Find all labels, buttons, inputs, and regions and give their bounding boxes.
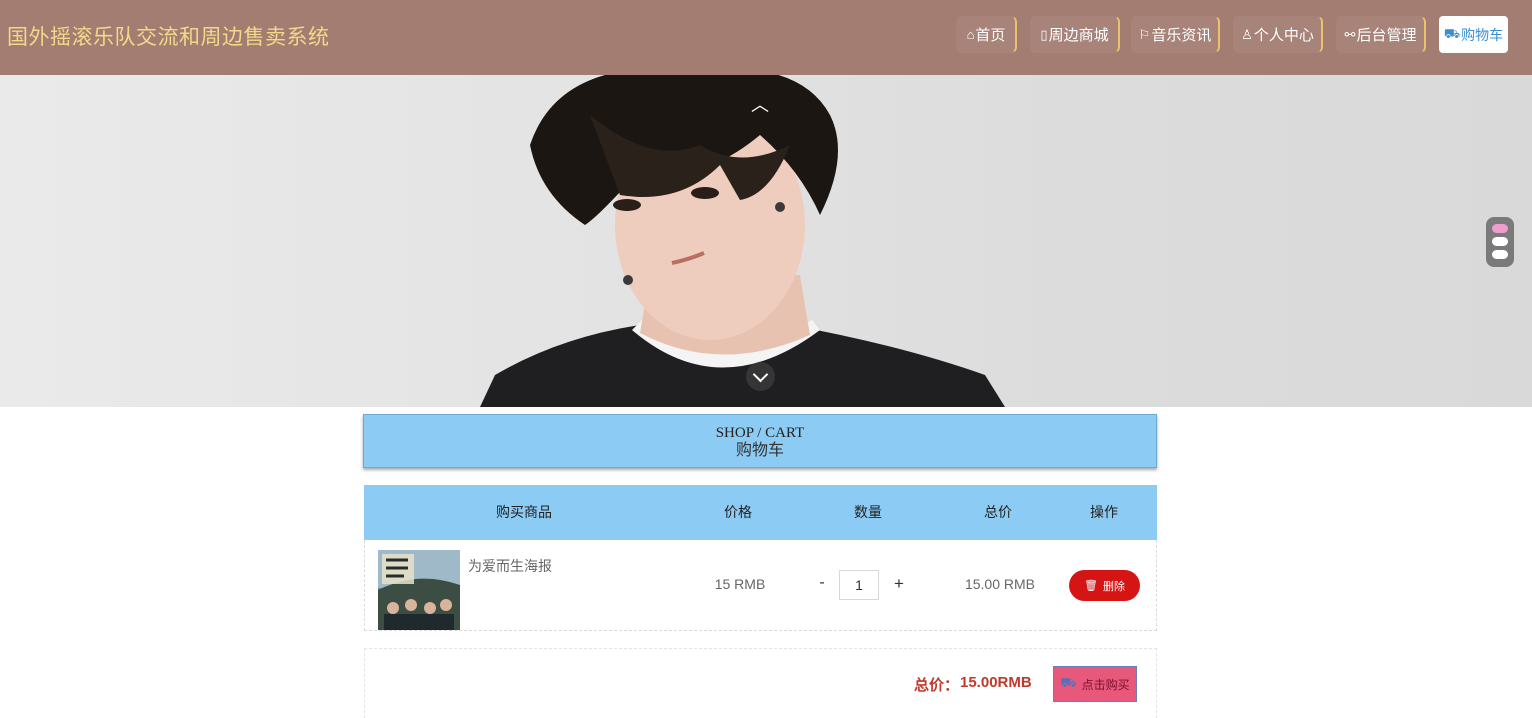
nav-cart-label: 购物车 (1461, 26, 1504, 43)
quantity-input[interactable] (839, 570, 879, 600)
top-header: 国外摇滚乐队交流和周边售卖系统 ⌂ 首页 ▯ 周边商城 ⚐ 音乐资讯 ♙ 个人中… (0, 0, 1532, 75)
header-product: 购买商品 (496, 504, 552, 520)
nav-home[interactable]: ⌂ 首页 (956, 16, 1017, 53)
banner-prev-arrow-icon[interactable]: ︿ (748, 95, 772, 115)
line-total: 15.00 RMB (964, 576, 1036, 592)
nav-profile-label: 个人中心 (1253, 27, 1314, 44)
cart-icon: ⛟ (1443, 25, 1461, 41)
banner-image (480, 75, 1005, 407)
site-title: 国外摇滚乐队交流和周边售卖系统 (7, 26, 330, 49)
banner-carousel: ︿ (0, 75, 1532, 407)
nav-shop[interactable]: ▯ 周边商城 (1030, 16, 1120, 53)
user-icon: ♙ (1241, 26, 1253, 42)
nav-home-label: 首页 (975, 27, 1006, 44)
cart-icon: ⛟ (1060, 675, 1077, 690)
quantity-decrease-button[interactable]: - (815, 574, 829, 592)
nav-shop-label: 周边商城 (1048, 27, 1109, 44)
shop-icon: ▯ (1040, 26, 1048, 42)
trash-icon: 🗑 (1084, 580, 1098, 592)
buy-button[interactable]: ⛟ 点击购买 (1053, 666, 1137, 702)
product-price: 15 RMB (714, 576, 766, 592)
product-thumbnail[interactable] (378, 550, 460, 630)
flag-icon: ⚐ (1138, 26, 1151, 42)
delete-button[interactable]: 🗑 删除 (1069, 570, 1140, 601)
banner-dot-1[interactable] (1492, 224, 1508, 233)
header-total: 总价 (984, 504, 1012, 520)
quantity-increase-button[interactable]: + (892, 574, 906, 594)
nav-admin[interactable]: ⚯ 后台管理 (1336, 16, 1426, 53)
nav-news[interactable]: ⚐ 音乐资讯 (1131, 16, 1220, 53)
banner-pagination (1486, 217, 1514, 267)
header-action: 操作 (1090, 504, 1118, 520)
section-title-zh: 购物车 (735, 442, 784, 459)
link-icon: ⚯ (1344, 26, 1356, 42)
cart-table-header: 购买商品 价格 数量 总价 操作 (364, 485, 1157, 540)
nav-admin-label: 后台管理 (1356, 27, 1417, 44)
banner-dot-3[interactable] (1492, 250, 1508, 259)
buy-button-label: 点击购买 (1081, 677, 1130, 692)
nav-cart[interactable]: ⛟ 购物车 (1439, 16, 1508, 53)
cart-summary: 总价： 15.00RMB ⛟ 点击购买 (364, 648, 1157, 718)
total-value: 15.00RMB (960, 674, 1032, 691)
header-quantity: 数量 (854, 504, 882, 520)
banner-next-arrow-icon[interactable] (746, 362, 775, 391)
nav-profile[interactable]: ♙ 个人中心 (1233, 16, 1323, 53)
total-label: 总价： (914, 677, 960, 694)
banner-dot-2[interactable] (1492, 237, 1508, 246)
delete-button-label: 删除 (1102, 580, 1125, 593)
section-title: SHOP / CART 购物车 (363, 414, 1157, 468)
home-icon: ⌂ (966, 27, 975, 42)
product-name[interactable]: 为爱而生海报 (468, 556, 552, 576)
section-title-en: SHOP / CART (715, 425, 805, 441)
header-price: 价格 (724, 504, 752, 520)
nav-news-label: 音乐资讯 (1151, 27, 1212, 44)
cart-table: 购买商品 价格 数量 总价 操作 为爱而生海报 15 RMB - + 15. (364, 485, 1157, 632)
cart-row: 为爱而生海报 15 RMB - + 15.00 RMB 🗑 删除 (364, 540, 1157, 631)
